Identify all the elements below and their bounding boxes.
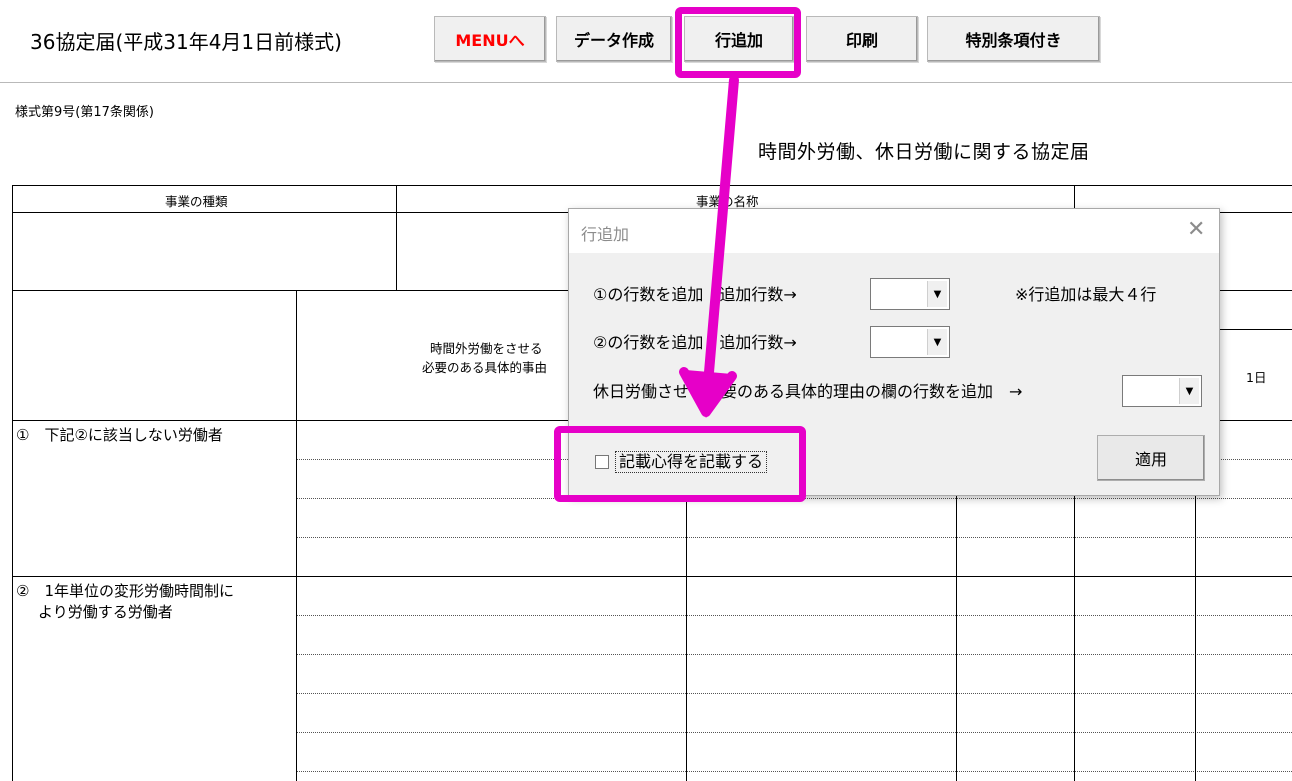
max-rows-note: ※行追加は最大４行 [1015,285,1157,304]
form-number: 様式第9号(第17条関係) [15,105,154,120]
guidelines-checkbox-label[interactable]: 記載心得を記載する [615,451,768,473]
row1-label: ① 下記②に該当しない労働者 [16,426,223,444]
print-button[interactable]: 印刷 [806,16,918,62]
row3-count-combo[interactable]: ▼ [1122,375,1202,407]
apply-button[interactable]: 適用 [1097,435,1205,481]
row3-add-label: 休日労働させる必要のある具体的理由の欄の行数を追加 → [593,382,1023,401]
chevron-down-icon[interactable]: ▼ [927,281,947,307]
chevron-down-icon[interactable]: ▼ [1179,378,1199,404]
add-row-dialog: 行追加 ✕ ①の行数を追加 追加行数→ ▼ ※行追加は最大４行 ②の行数を追加 … [568,208,1220,496]
create-data-button[interactable]: データ作成 [556,16,672,62]
guidelines-checkbox[interactable] [595,455,609,469]
chevron-down-icon[interactable]: ▼ [927,329,947,355]
header-business-type: 事業の種類 [165,194,228,209]
row1-count-combo[interactable]: ▼ [870,278,950,310]
add-row-button[interactable]: 行追加 [684,16,794,62]
dialog-titlebar [569,209,1219,253]
header-divider [0,82,1292,83]
row2-add-label: ②の行数を追加 追加行数→ [593,333,797,352]
dialog-title: 行追加 [581,225,630,244]
header-one-day: 1日 [1246,370,1267,385]
row2-label-line1: ② 1年単位の変形労働時間制に [16,582,234,600]
close-icon[interactable]: ✕ [1187,218,1205,242]
app-title: 36協定届(平成31年4月1日前様式) [30,30,342,54]
row1-add-label: ①の行数を追加 追加行数→ [593,285,797,304]
special-clause-button[interactable]: 特別条項付き [927,16,1100,62]
row2-count-combo[interactable]: ▼ [870,326,950,358]
menu-button[interactable]: MENUへ [434,16,546,62]
document-title: 時間外労働、休日労働に関する協定届 [758,141,1090,163]
header-reason-line1: 時間外労働をさせる [430,341,543,356]
header-reason-line2: 必要のある具体的事由 [422,360,548,375]
row2-label-line2: より労働する労働者 [38,603,173,621]
